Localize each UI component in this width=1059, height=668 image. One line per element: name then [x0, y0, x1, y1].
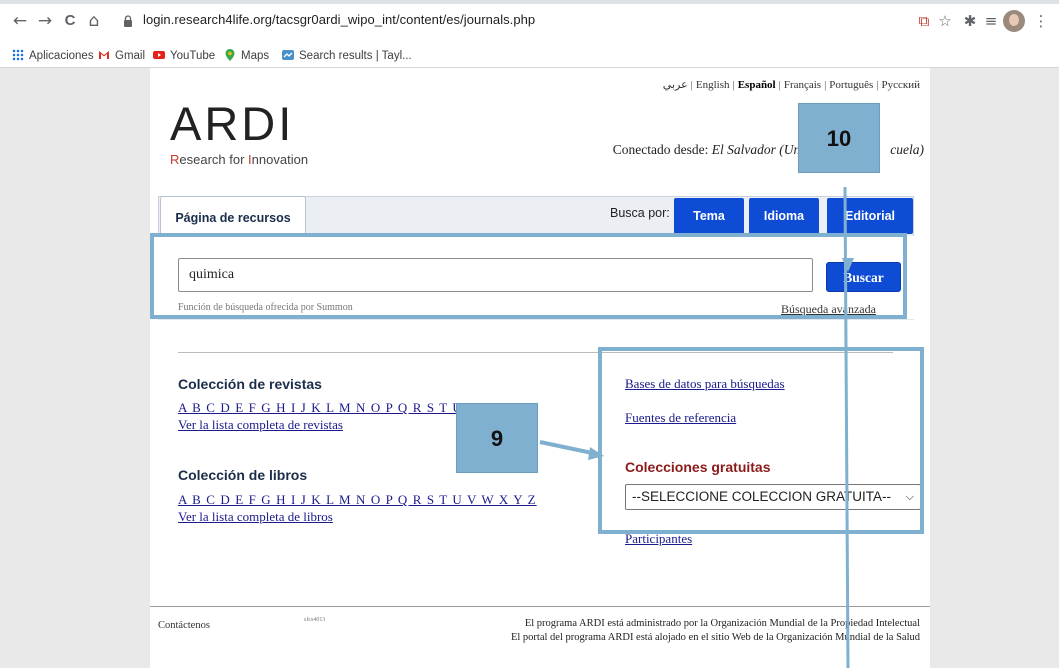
logo-wordmark: ARDI: [170, 97, 295, 150]
divider: [178, 352, 893, 353]
footer-text: El programa ARDI está administrado por l…: [511, 617, 920, 645]
callout-9: 9: [456, 403, 538, 473]
logo-tagline: Research for Innovation: [170, 152, 309, 167]
forward-button[interactable]: →: [35, 9, 55, 33]
lang-separator: |: [876, 79, 879, 91]
databases-link[interactable]: Bases de datos para búsquedas: [625, 376, 785, 392]
media-control-icon[interactable]: ≡: [980, 9, 1002, 33]
bookmark-youtube[interactable]: YouTube: [153, 47, 215, 65]
footer-divider: [150, 606, 930, 607]
lang-separator: |: [690, 79, 693, 91]
lang-english[interactable]: English: [696, 79, 730, 91]
tab-strip: [0, 0, 1059, 4]
summon-credit: Función de búsqueda ofrecida por Summon: [178, 302, 353, 313]
search-button[interactable]: Buscar: [826, 262, 901, 292]
lang-french[interactable]: Français: [784, 79, 821, 91]
books-alphabet[interactable]: A B C D E F G H I J K L M N O P Q R S T …: [178, 492, 537, 508]
footer-line-1: El programa ARDI está administrado por l…: [524, 618, 920, 629]
lock-icon: [124, 15, 132, 27]
bookmark-maps[interactable]: Maps: [224, 47, 269, 65]
contact-link[interactable]: Contáctenos: [158, 620, 210, 631]
apps-grid-icon: [12, 49, 24, 61]
lang-separator: |: [732, 79, 735, 91]
references-link[interactable]: Fuentes de referencia: [625, 410, 736, 426]
maps-icon: [225, 49, 235, 61]
tab-publisher[interactable]: Editorial: [827, 198, 913, 234]
lang-spanish[interactable]: Español: [738, 79, 776, 91]
youtube-icon: [153, 51, 165, 59]
tab-language[interactable]: Idioma: [749, 198, 819, 234]
books-heading: Colección de libros: [178, 467, 308, 483]
lang-separator: |: [824, 79, 827, 91]
search-area: quimica Buscar Función de búsqueda ofrec…: [158, 236, 914, 320]
bookmark-label: Gmail: [115, 50, 146, 62]
chevron-down-icon: ⌵: [905, 491, 914, 503]
lang-portuguese[interactable]: Português: [829, 79, 873, 91]
lang-arabic[interactable]: عربي: [663, 79, 688, 91]
bookmark-label: Maps: [241, 50, 270, 62]
bookmark-label: Search results | Tayl...: [299, 50, 412, 62]
free-collections-heading: Colecciones gratuitas: [625, 459, 771, 475]
lang-russian[interactable]: Русский: [882, 79, 921, 91]
ardi-logo[interactable]: ARDI Research for Innovation: [170, 97, 309, 168]
reload-button[interactable]: C: [60, 9, 80, 33]
build-id: sfcs4013: [304, 617, 326, 623]
profile-avatar[interactable]: [1003, 10, 1025, 32]
callout-10: 10: [798, 103, 880, 173]
browser-menu-icon[interactable]: ⋮: [1030, 9, 1052, 33]
tab-resources[interactable]: Página de recursos: [160, 196, 306, 236]
advanced-search-link[interactable]: Búsqueda avanzada: [781, 302, 876, 317]
browser-toolbar: ← → C ⌂ login.research4life.org/tacsgr0a…: [0, 0, 1059, 44]
search-input[interactable]: quimica: [178, 258, 813, 292]
bookmark-search-results[interactable]: Search results | Tayl...: [282, 47, 412, 65]
gmail-icon: [99, 51, 109, 59]
extensions-icon[interactable]: ✱: [959, 9, 981, 33]
home-button[interactable]: ⌂: [84, 9, 104, 33]
address-bar[interactable]: login.research4life.org/tacsgr0ardi_wipo…: [117, 8, 909, 36]
participants-link[interactable]: Participantes: [625, 531, 692, 547]
journals-full-list-link[interactable]: Ver la lista completa de revistas: [178, 417, 343, 433]
bookmark-label: YouTube: [170, 50, 216, 62]
free-collection-select[interactable]: --SELECCIONE COLECCION GRATUITA-- ⌵: [625, 484, 921, 510]
url-text: login.research4life.org/tacsgr0ardi_wipo…: [143, 12, 536, 27]
translate-icon[interactable]: ⧉: [913, 9, 935, 33]
footer-line-2: El portal del programa ARDI está alojado…: [510, 632, 920, 643]
tab-topic[interactable]: Tema: [674, 198, 744, 234]
books-full-list-link[interactable]: Ver la lista completa de libros: [178, 509, 333, 525]
bookmark-label: Aplicaciones: [29, 50, 94, 62]
bookmark-apps[interactable]: Aplicaciones: [12, 47, 94, 65]
bookmarks-bar: Aplicaciones Gmail YouTube Maps Search r…: [0, 44, 1059, 68]
bookmark-gmail[interactable]: Gmail: [98, 47, 145, 65]
lang-separator: |: [778, 79, 781, 91]
language-bar: عربي | English | Español | Français | Português |…: [663, 78, 920, 91]
back-button[interactable]: ←: [10, 9, 30, 33]
journals-heading: Colección de revistas: [178, 376, 322, 392]
search-by-label: Busca por:: [610, 206, 670, 220]
select-value: --SELECCIONE COLECCION GRATUITA--: [632, 489, 892, 504]
search-results-icon: [282, 50, 294, 60]
bookmark-star-icon[interactable]: ☆: [934, 9, 956, 33]
